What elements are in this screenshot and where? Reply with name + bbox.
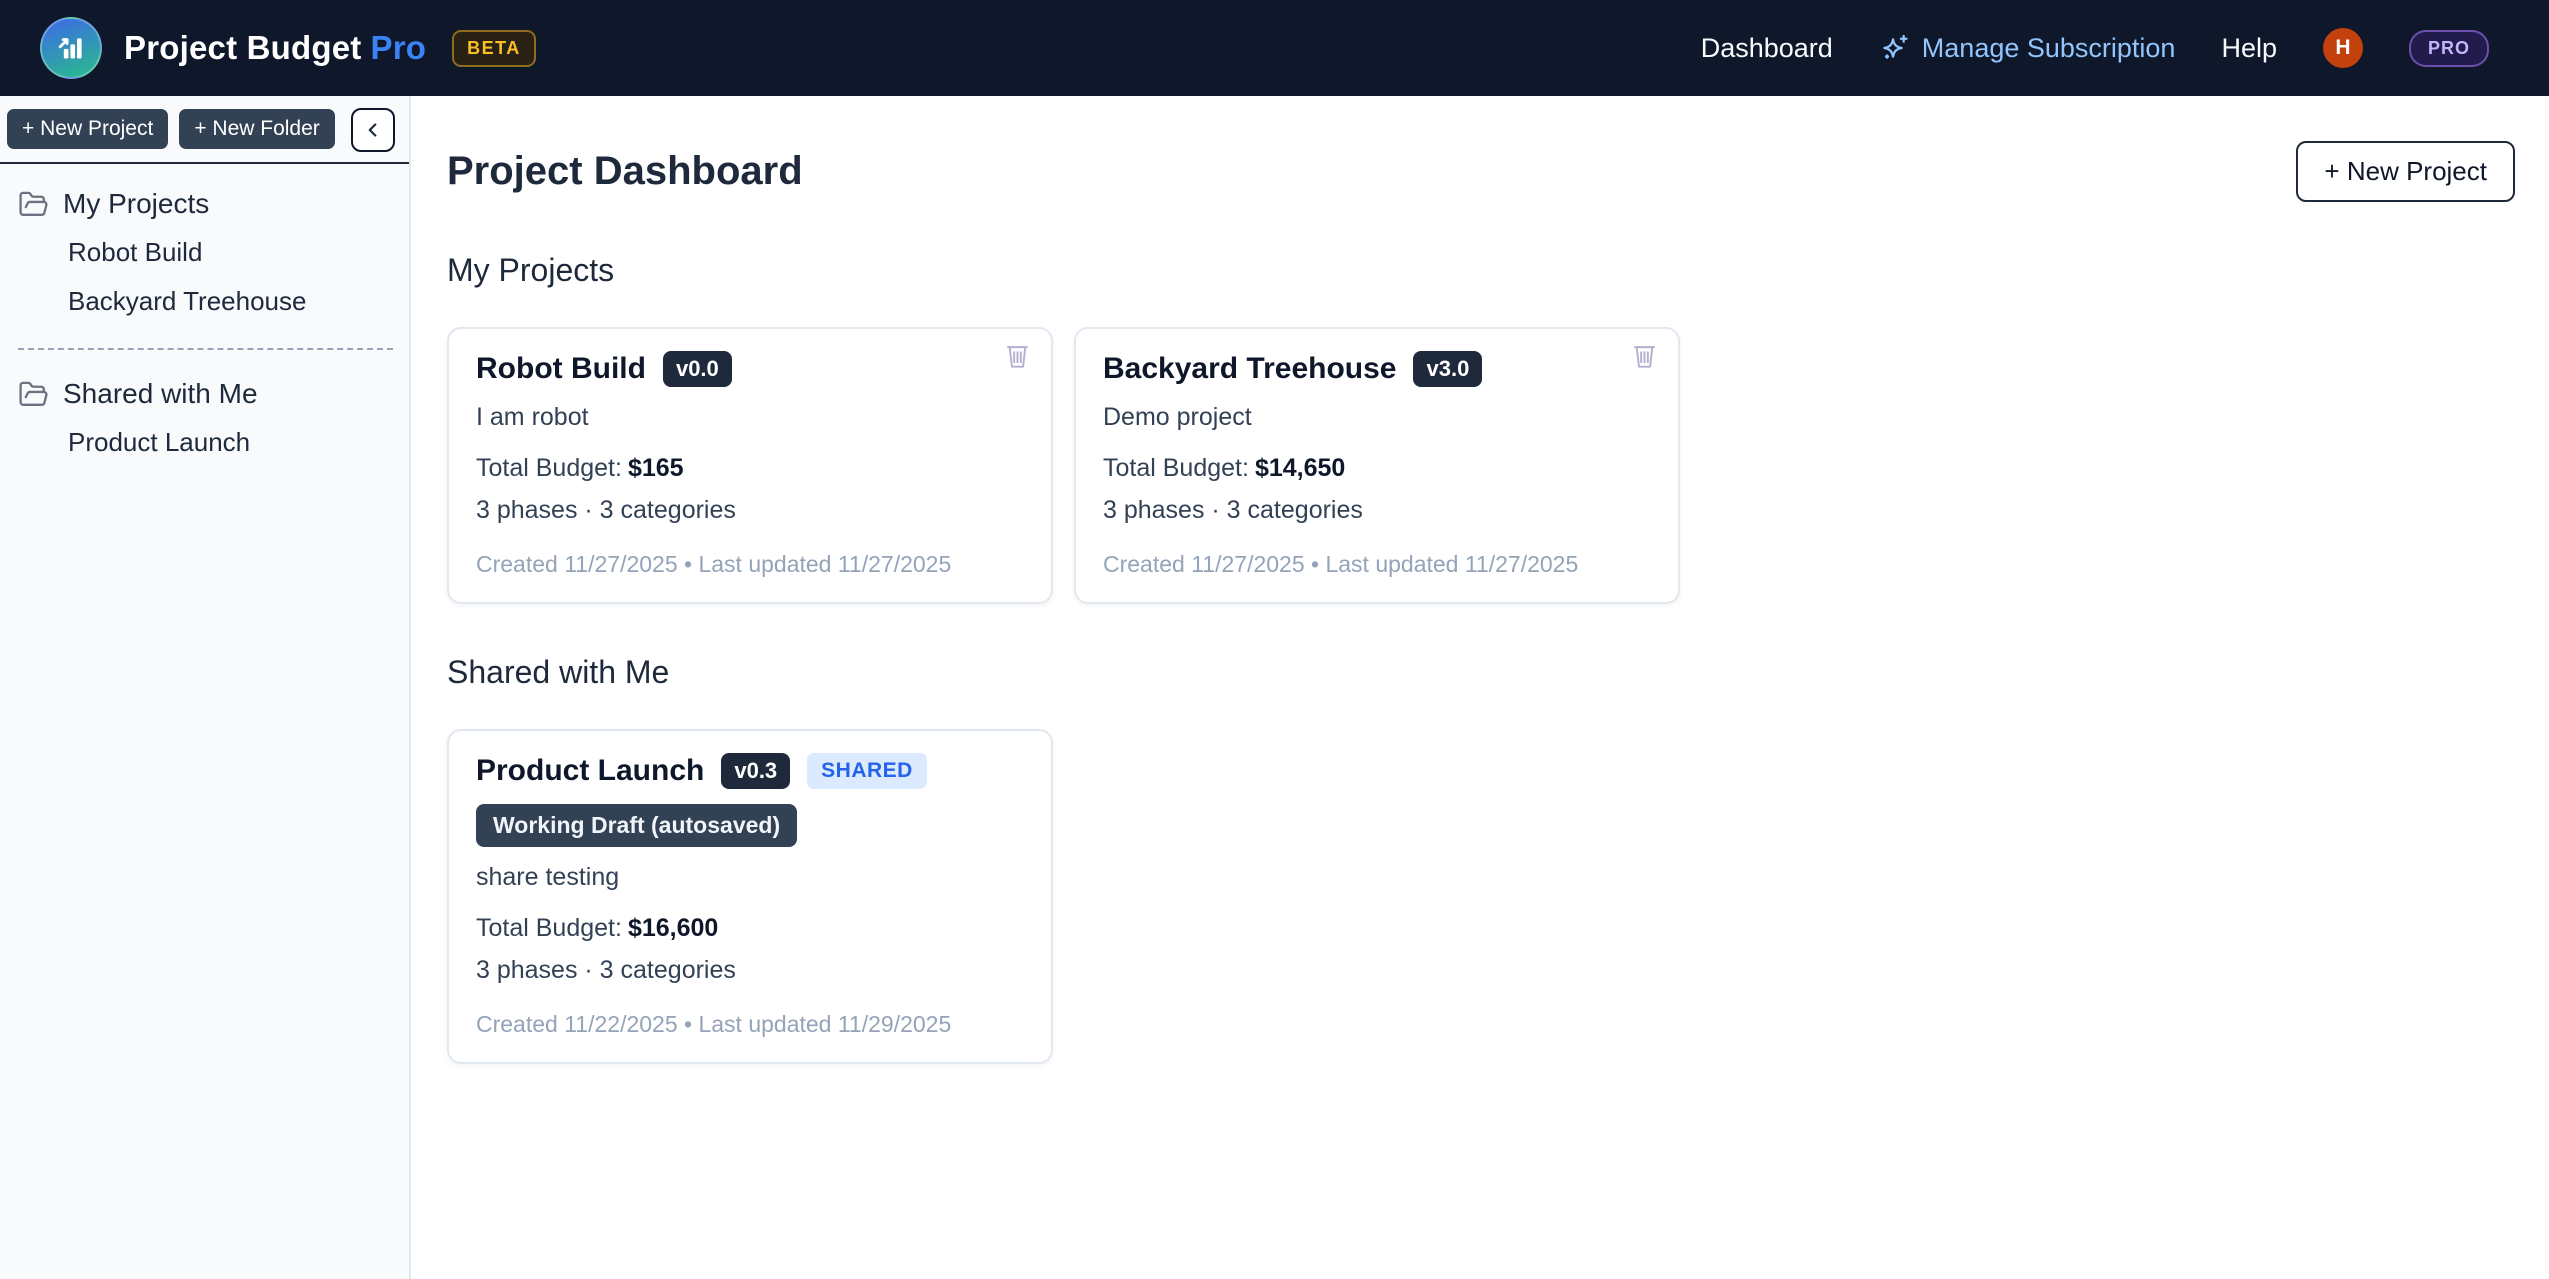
main-new-project-button[interactable]: + New Project (2296, 141, 2515, 202)
my-projects-cards-row: Robot Build v0.0 I am robot Total Budget… (447, 327, 2515, 604)
navbar-links: Dashboard Manage Subscription Help H PRO (1701, 28, 2489, 68)
budget-label: Total Budget: (476, 914, 622, 942)
sidebar-collapse-button[interactable] (351, 108, 395, 152)
project-budget: Total Budget:$14,650 (1103, 454, 1651, 483)
budget-label: Total Budget: (476, 454, 622, 482)
sidebar-item-backyard-treehouse[interactable]: Backyard Treehouse (68, 277, 393, 326)
working-draft-badge: Working Draft (autosaved) (476, 804, 797, 847)
trash-icon (1631, 341, 1658, 370)
sidebar-groups: My Projects Robot Build Backyard Treehou… (0, 164, 409, 469)
shared-badge: SHARED (807, 753, 927, 789)
budget-amount: $16,600 (628, 914, 718, 942)
card-title-row: Robot Build v0.0 (476, 351, 1024, 387)
sidebar-new-project-button[interactable]: + New Project (7, 109, 168, 149)
sidebar-new-folder-button[interactable]: + New Folder (179, 109, 334, 149)
project-dates: Created 11/22/2025 • Last updated 11/29/… (476, 1011, 1024, 1038)
project-budget: Total Budget:$165 (476, 454, 1024, 483)
card-title-row: Backyard Treehouse v3.0 (1103, 351, 1651, 387)
version-badge: v0.0 (663, 351, 732, 387)
project-dates: Created 11/27/2025 • Last updated 11/27/… (1103, 551, 1651, 578)
sidebar-group-divider (18, 348, 393, 350)
sidebar-group-shared-with-me: Shared with Me Product Launch (18, 376, 393, 469)
version-badge: v0.3 (721, 753, 790, 789)
folder-my-projects[interactable]: My Projects (18, 186, 393, 222)
budget-amount: $14,650 (1255, 454, 1345, 482)
project-card-title: Backyard Treehouse (1103, 352, 1396, 386)
shared-cards-row: Product Launch v0.3 SHARED Working Draft… (447, 729, 2515, 1064)
sidebar: + New Project + New Folder My Projects R… (0, 96, 411, 1279)
sidebar-item-product-launch[interactable]: Product Launch (68, 418, 393, 467)
project-description: Demo project (1103, 403, 1651, 432)
main-header: Project Dashboard + New Project (447, 141, 2515, 202)
app-logo (40, 17, 102, 79)
project-description: I am robot (476, 403, 1024, 432)
nav-help-link[interactable]: Help (2221, 33, 2277, 64)
project-card-backyard-treehouse[interactable]: Backyard Treehouse v3.0 Demo project Tot… (1074, 327, 1680, 604)
project-meta: 3 phases · 3 categories (1103, 496, 1651, 525)
budget-amount: $165 (628, 454, 684, 482)
folder-open-icon (18, 379, 49, 410)
sparkles-icon (1879, 32, 1911, 64)
main-content: Project Dashboard + New Project My Proje… (411, 96, 2549, 1279)
project-dates: Created 11/27/2025 • Last updated 11/27/… (476, 551, 1024, 578)
user-avatar[interactable]: H (2323, 28, 2363, 68)
sidebar-toolbar: + New Project + New Folder (0, 96, 409, 164)
beta-badge: BETA (452, 30, 536, 67)
card-title-row: Product Launch v0.3 SHARED (476, 753, 1024, 789)
manage-subscription-label: Manage Subscription (1922, 33, 2176, 64)
folder-items: Robot Build Backyard Treehouse (18, 222, 393, 328)
folder-name: My Projects (63, 188, 209, 220)
plan-badge: PRO (2409, 30, 2489, 67)
project-meta: 3 phases · 3 categories (476, 496, 1024, 525)
budget-label: Total Budget: (1103, 454, 1249, 482)
project-description: share testing (476, 863, 1024, 892)
version-badge: v3.0 (1413, 351, 1482, 387)
sidebar-item-robot-build[interactable]: Robot Build (68, 228, 393, 277)
bar-chart-trend-icon (53, 30, 89, 66)
trash-icon (1004, 341, 1031, 370)
brand: Project BudgetPro BETA (40, 17, 536, 79)
project-budget: Total Budget:$16,600 (476, 914, 1024, 943)
project-meta: 3 phases · 3 categories (476, 956, 1024, 985)
section-heading-shared-with-me: Shared with Me (447, 654, 2515, 691)
sidebar-group-my-projects: My Projects Robot Build Backyard Treehou… (18, 186, 393, 328)
folder-name: Shared with Me (63, 378, 258, 410)
app-title-pro: Pro (371, 29, 427, 66)
section-heading-my-projects: My Projects (447, 252, 2515, 289)
app-title: Project BudgetPro (124, 29, 426, 67)
delete-project-button[interactable] (1629, 339, 1660, 375)
top-navbar: Project BudgetPro BETA Dashboard Manage … (0, 0, 2549, 96)
app-shell: + New Project + New Folder My Projects R… (0, 96, 2549, 1279)
delete-project-button[interactable] (1002, 339, 1033, 375)
project-card-robot-build[interactable]: Robot Build v0.0 I am robot Total Budget… (447, 327, 1053, 604)
chevron-left-icon (362, 119, 384, 141)
folder-shared-with-me[interactable]: Shared with Me (18, 376, 393, 412)
nav-dashboard-link[interactable]: Dashboard (1701, 33, 1833, 64)
project-card-product-launch[interactable]: Product Launch v0.3 SHARED Working Draft… (447, 729, 1053, 1064)
folder-items: Product Launch (18, 412, 393, 469)
project-card-title: Product Launch (476, 754, 704, 788)
page-title: Project Dashboard (447, 149, 803, 194)
folder-open-icon (18, 189, 49, 220)
nav-manage-subscription-link[interactable]: Manage Subscription (1879, 32, 2176, 64)
project-card-title: Robot Build (476, 352, 646, 386)
